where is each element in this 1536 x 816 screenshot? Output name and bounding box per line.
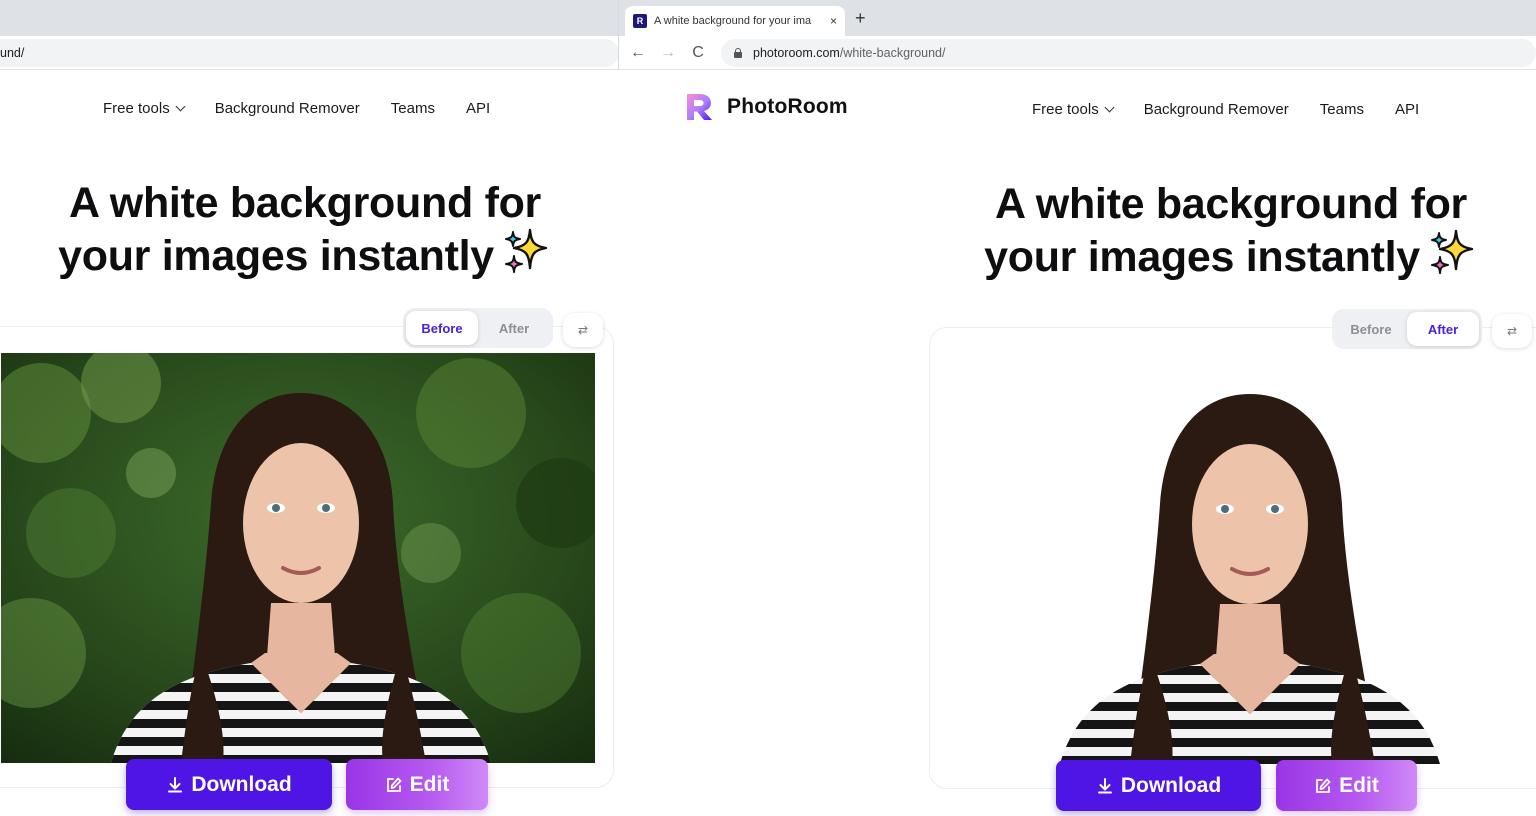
swap-icon: ⇄ — [1506, 324, 1518, 338]
page-title: A white background for your images insta… — [0, 181, 610, 279]
site-header: Free tools Background Remover Teams API — [0, 86, 619, 130]
address-bar[interactable]: und/ — [0, 38, 619, 67]
after-photo — [950, 354, 1536, 764]
download-label: Download — [191, 772, 292, 796]
url-text: photoroom.com/white-background/ — [753, 46, 945, 60]
nav-free-tools-label: Free tools — [103, 99, 170, 117]
browser-toolbar: und/ — [0, 36, 619, 70]
photoroom-logo-icon — [687, 94, 712, 120]
tab-strip — [0, 0, 619, 36]
browser-tab[interactable]: R A white background for your ima × — [625, 6, 845, 36]
browser-toolbar: ← → C photoroom.com/white-background/ — [619, 36, 1536, 70]
main-nav: Free tools Background Remover Teams API — [103, 86, 490, 130]
edit-icon — [386, 777, 402, 792]
url-path: /white-background/ — [839, 45, 946, 60]
toggle-after[interactable]: After — [1407, 312, 1479, 346]
photoroom-logo[interactable]: PhotoRoom — [685, 92, 848, 122]
toggle-before[interactable]: Before — [1335, 312, 1407, 346]
toggle-before[interactable]: Before — [406, 311, 478, 345]
reload-button[interactable]: C — [683, 44, 713, 62]
download-icon — [1097, 777, 1112, 793]
page-title-line1: A white background for — [69, 179, 541, 227]
toggle-after[interactable]: After — [478, 311, 550, 345]
close-icon[interactable]: × — [830, 14, 837, 28]
nav-background-remover[interactable]: Background Remover — [1144, 101, 1289, 118]
url-text: und/ — [0, 45, 25, 60]
url-host: photoroom.com — [753, 45, 840, 60]
lock-icon — [733, 47, 743, 58]
site-header: PhotoRoom Free tools Background Remover … — [619, 86, 1536, 130]
before-after-toggle: Before After — [403, 308, 553, 348]
swap-icon: ⇄ — [577, 323, 589, 337]
photoroom-favicon-icon: R — [633, 14, 647, 28]
left-browser-window: und/ Free tools Background Remover Teams… — [0, 0, 619, 816]
download-button[interactable]: Download — [1056, 760, 1261, 811]
page-title-line2: your images instantly — [931, 227, 1531, 280]
edit-label: Edit — [1339, 773, 1379, 797]
sparkle-icon — [1430, 229, 1474, 274]
before-after-toggle: Before After — [1332, 309, 1482, 349]
page-title-line2-text: your images instantly — [58, 232, 494, 280]
edit-button[interactable]: Edit — [1276, 760, 1417, 811]
page-title: A white background for your images insta… — [931, 182, 1531, 280]
nav-free-tools[interactable]: Free tools — [1032, 100, 1115, 118]
back-button[interactable]: ← — [623, 44, 653, 62]
sparkle-icon — [504, 228, 548, 273]
page-title-line2-text: your images instantly — [984, 233, 1420, 281]
download-label: Download — [1120, 773, 1222, 797]
nav-background-remover[interactable]: Background Remover — [215, 100, 360, 117]
logo-text: PhotoRoom — [727, 95, 848, 118]
nav-api[interactable]: API — [466, 100, 490, 117]
chevron-down-icon — [175, 101, 186, 111]
download-icon — [168, 776, 183, 792]
image-card — [0, 326, 614, 788]
page-title-line1: A white background for — [995, 180, 1467, 228]
swap-button[interactable]: ⇄ — [563, 313, 603, 347]
edit-button[interactable]: Edit — [346, 759, 488, 810]
nav-teams[interactable]: Teams — [1320, 101, 1364, 118]
download-button[interactable]: Download — [126, 759, 332, 810]
tab-strip: R A white background for your ima × + — [619, 0, 1536, 36]
edit-label: Edit — [409, 772, 450, 796]
tab-title: A white background for your ima — [654, 15, 812, 27]
nav-teams[interactable]: Teams — [391, 100, 435, 117]
main-nav: Free tools Background Remover Teams API — [1032, 87, 1419, 131]
nav-free-tools[interactable]: Free tools — [103, 99, 186, 117]
forward-button[interactable]: → — [653, 44, 683, 62]
page-title-line2: your images instantly — [0, 226, 610, 279]
swap-button[interactable]: ⇄ — [1492, 314, 1532, 348]
address-bar[interactable]: photoroom.com/white-background/ — [721, 38, 1536, 67]
chevron-down-icon — [1104, 102, 1115, 112]
new-tab-button[interactable]: + — [855, 9, 866, 27]
nav-free-tools-label: Free tools — [1032, 100, 1099, 118]
nav-api[interactable]: API — [1395, 101, 1419, 118]
right-browser-window: R A white background for your ima × + ← … — [619, 0, 1536, 816]
edit-icon — [1316, 778, 1331, 793]
image-card — [929, 327, 1536, 789]
before-photo — [1, 353, 595, 763]
